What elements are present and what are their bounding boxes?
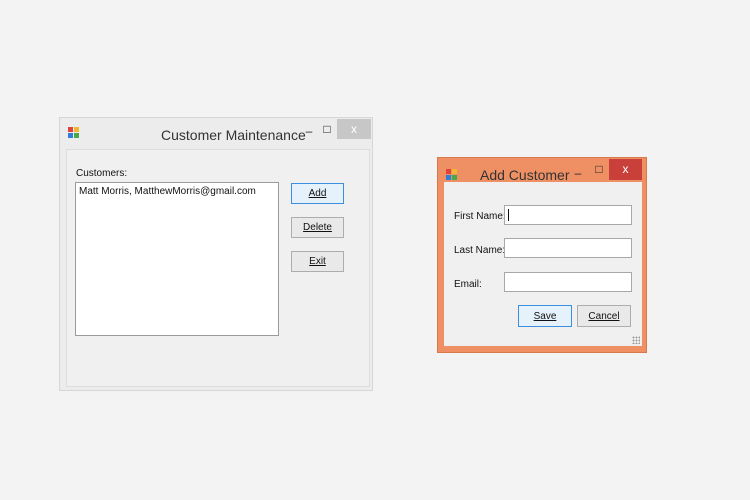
- customer-maintenance-titlebar[interactable]: Customer Maintenance – □ x: [60, 118, 372, 148]
- list-item[interactable]: Matt Morris, MatthewMorris@gmail.com: [79, 185, 275, 198]
- app-icon: [68, 127, 79, 138]
- maximize-button[interactable]: □: [317, 119, 337, 139]
- close-button[interactable]: x: [609, 159, 642, 180]
- cancel-button[interactable]: Cancel: [577, 305, 631, 327]
- minimize-button[interactable]: –: [568, 163, 588, 183]
- cancel-button-label: Cancel: [588, 310, 620, 322]
- exit-button-label: Exit: [309, 256, 326, 267]
- window-title: Customer Maintenance: [161, 127, 306, 143]
- customer-maintenance-window: Customer Maintenance – □ x Customers: Ma…: [59, 117, 373, 391]
- add-customer-window: Add Customer – □ x First Name: Last Name…: [437, 157, 647, 353]
- customers-label: Customers:: [76, 168, 128, 179]
- resize-grip-icon[interactable]: [632, 336, 640, 344]
- email-label: Email:: [454, 279, 482, 290]
- first-name-label: First Name:: [454, 211, 506, 222]
- add-customer-client: First Name: Last Name: Email: Save Cance…: [444, 182, 642, 346]
- first-name-input[interactable]: [504, 205, 632, 225]
- delete-button-label: Delete: [303, 222, 332, 233]
- last-name-input[interactable]: [504, 238, 632, 258]
- minimize-button[interactable]: –: [299, 121, 319, 141]
- maximize-button[interactable]: □: [589, 159, 609, 179]
- save-button-label: Save: [533, 310, 557, 322]
- close-button[interactable]: x: [337, 119, 371, 139]
- add-button-label: Add: [308, 188, 327, 199]
- save-button[interactable]: Save: [518, 305, 572, 327]
- customer-maintenance-client: Customers: Matt Morris, MatthewMorris@gm…: [66, 149, 370, 387]
- last-name-label: Last Name:: [454, 245, 506, 256]
- app-icon: [446, 169, 457, 180]
- exit-button[interactable]: Exit: [291, 251, 344, 272]
- delete-button[interactable]: Delete: [291, 217, 344, 238]
- add-button[interactable]: Add: [291, 183, 344, 204]
- customers-listbox[interactable]: Matt Morris, MatthewMorris@gmail.com: [75, 182, 279, 336]
- window-title: Add Customer: [480, 167, 570, 183]
- email-input[interactable]: [504, 272, 632, 292]
- text-caret: [508, 209, 509, 221]
